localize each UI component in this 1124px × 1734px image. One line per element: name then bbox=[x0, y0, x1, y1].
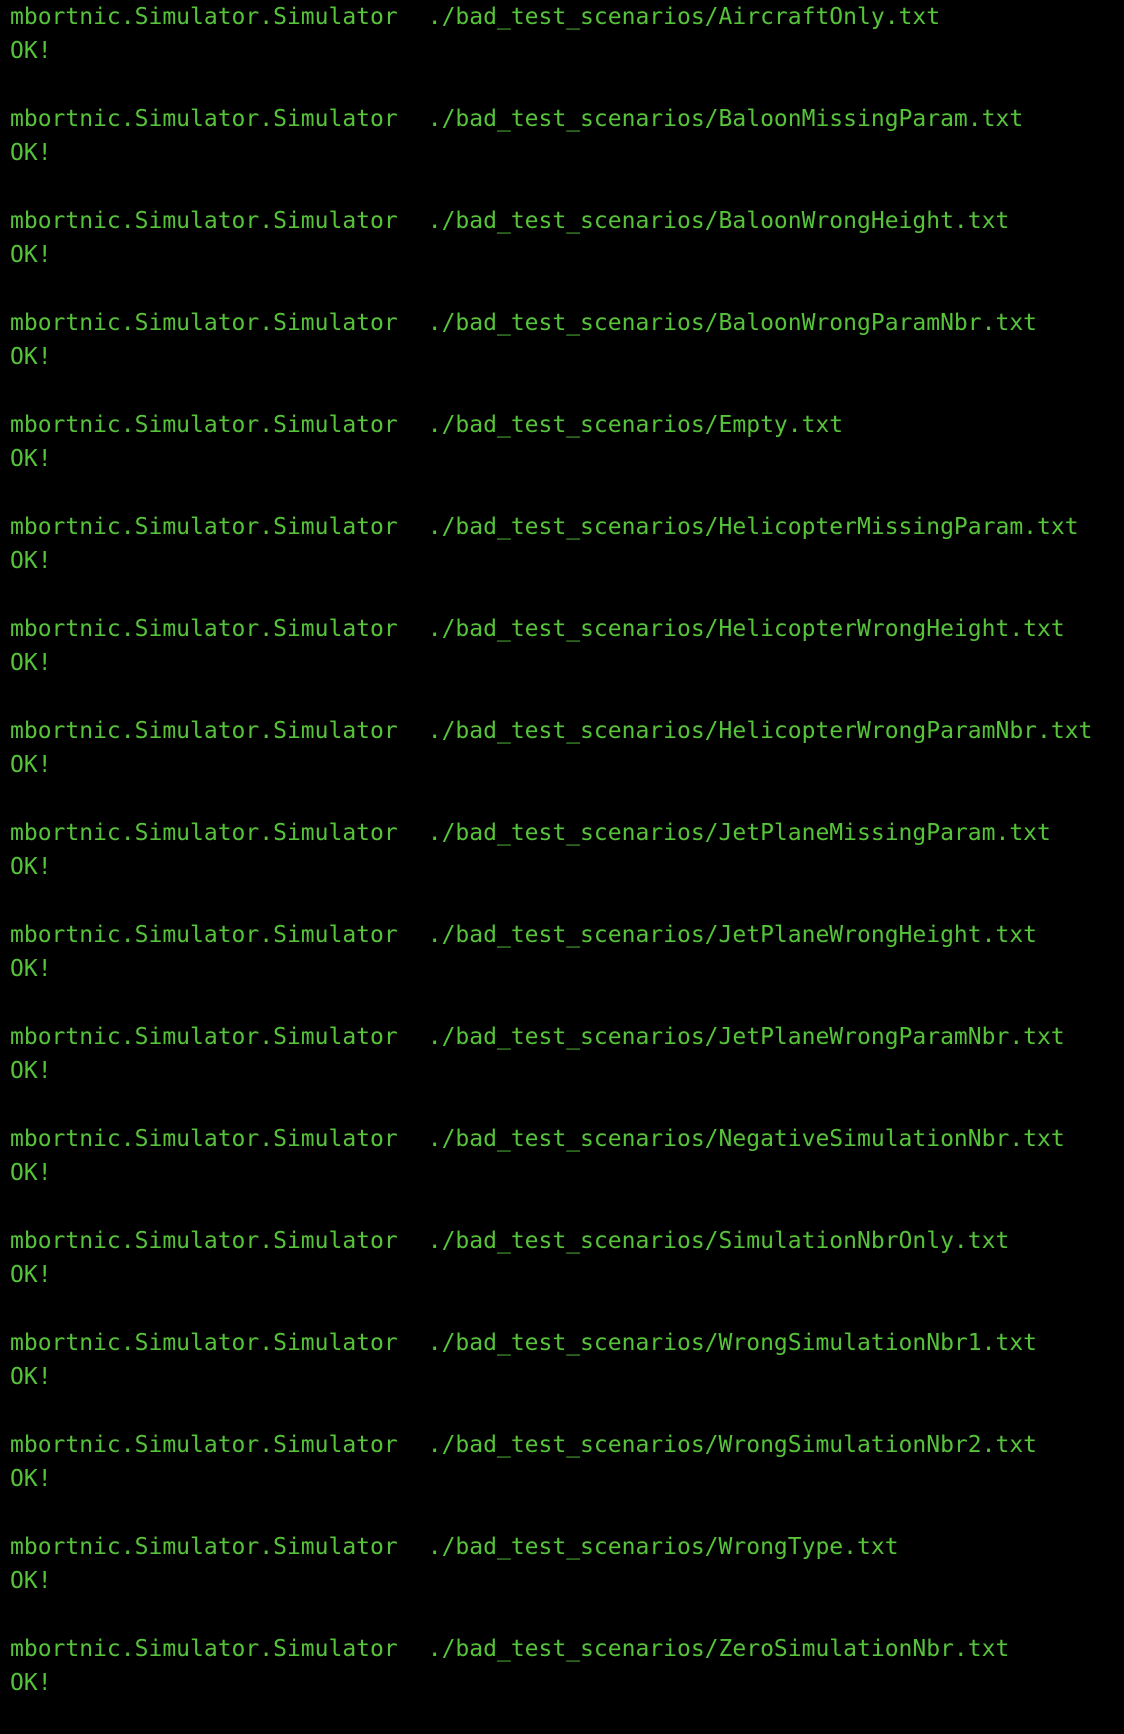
scenario-path: ./bad_test_scenarios/JetPlaneWrongHeight… bbox=[427, 922, 1038, 948]
test-entry: mbortnic.Simulator.Simulator ./bad_test_s… bbox=[10, 1122, 1120, 1224]
result-status: OK! bbox=[10, 1262, 52, 1288]
test-entry: mbortnic.Simulator.Simulator ./bad_test_s… bbox=[10, 1224, 1120, 1326]
test-entry: mbortnic.Simulator.Simulator ./bad_test_s… bbox=[10, 204, 1120, 306]
test-entry: mbortnic.Simulator.Simulator ./bad_test_s… bbox=[10, 1020, 1120, 1122]
result-status: OK! bbox=[10, 548, 52, 574]
class-name: mbortnic.Simulator.Simulator bbox=[10, 106, 398, 132]
class-name: mbortnic.Simulator.Simulator bbox=[10, 718, 398, 744]
command-line: mbortnic.Simulator.Simulator ./bad_test_s… bbox=[10, 612, 1065, 646]
command-line: mbortnic.Simulator.Simulator ./bad_test_s… bbox=[10, 1326, 1037, 1360]
class-name: mbortnic.Simulator.Simulator bbox=[10, 1534, 398, 1560]
class-name: mbortnic.Simulator.Simulator bbox=[10, 1636, 398, 1662]
command-line: mbortnic.Simulator.Simulator ./bad_test_s… bbox=[10, 1428, 1037, 1462]
scenario-path: ./bad_test_scenarios/WrongType.txt bbox=[427, 1534, 899, 1560]
class-name: mbortnic.Simulator.Simulator bbox=[10, 4, 398, 30]
command-line: mbortnic.Simulator.Simulator ./bad_test_s… bbox=[10, 1632, 1009, 1666]
scenario-path: ./bad_test_scenarios/JetPlaneWrongParamN… bbox=[427, 1024, 1065, 1050]
result-status: OK! bbox=[10, 854, 52, 880]
result-status: OK! bbox=[10, 752, 52, 778]
scenario-path: ./bad_test_scenarios/JetPlaneMissingPara… bbox=[427, 820, 1051, 846]
class-name: mbortnic.Simulator.Simulator bbox=[10, 1330, 398, 1356]
class-name: mbortnic.Simulator.Simulator bbox=[10, 922, 398, 948]
test-entry: mbortnic.Simulator.Simulator ./bad_test_s… bbox=[10, 306, 1120, 408]
test-entry: mbortnic.Simulator.Simulator ./bad_test_s… bbox=[10, 102, 1120, 204]
result-status: OK! bbox=[10, 344, 52, 370]
result-status: OK! bbox=[10, 650, 52, 676]
test-entry: mbortnic.Simulator.Simulator ./bad_test_s… bbox=[10, 816, 1120, 918]
test-entry: mbortnic.Simulator.Simulator ./bad_test_s… bbox=[10, 0, 1120, 102]
result-status: OK! bbox=[10, 242, 52, 268]
result-status: OK! bbox=[10, 956, 52, 982]
result-status: OK! bbox=[10, 1058, 52, 1084]
command-line: mbortnic.Simulator.Simulator ./bad_test_s… bbox=[10, 918, 1037, 952]
test-entry: mbortnic.Simulator.Simulator ./bad_test_s… bbox=[10, 1428, 1120, 1530]
command-line: mbortnic.Simulator.Simulator ./bad_test_s… bbox=[10, 714, 1092, 748]
class-name: mbortnic.Simulator.Simulator bbox=[10, 1228, 398, 1254]
class-name: mbortnic.Simulator.Simulator bbox=[10, 310, 398, 336]
test-entry: mbortnic.Simulator.Simulator ./bad_test_s… bbox=[10, 612, 1120, 714]
scenario-path: ./bad_test_scenarios/WrongSimulationNbr1… bbox=[427, 1330, 1038, 1356]
command-line: mbortnic.Simulator.Simulator ./bad_test_s… bbox=[10, 1530, 899, 1564]
scenario-path: ./bad_test_scenarios/NegativeSimulationN… bbox=[427, 1126, 1065, 1152]
scenario-path: ./bad_test_scenarios/SimulationNbrOnly.t… bbox=[427, 1228, 1010, 1254]
command-line: mbortnic.Simulator.Simulator ./bad_test_s… bbox=[10, 102, 1023, 136]
test-entry: mbortnic.Simulator.Simulator ./bad_test_s… bbox=[10, 918, 1120, 1020]
scenario-path: ./bad_test_scenarios/HelicopterMissingPa… bbox=[427, 514, 1079, 540]
command-line: mbortnic.Simulator.Simulator ./bad_test_s… bbox=[10, 0, 940, 34]
test-entry: mbortnic.Simulator.Simulator ./bad_test_s… bbox=[10, 1326, 1120, 1428]
class-name: mbortnic.Simulator.Simulator bbox=[10, 1126, 398, 1152]
result-status: OK! bbox=[10, 1364, 52, 1390]
result-status: OK! bbox=[10, 1568, 52, 1594]
command-line: mbortnic.Simulator.Simulator ./bad_test_s… bbox=[10, 1224, 1009, 1258]
scenario-path: ./bad_test_scenarios/BaloonMissingParam.… bbox=[427, 106, 1024, 132]
scenario-path: ./bad_test_scenarios/HelicopterWrongPara… bbox=[427, 718, 1093, 744]
test-entry: mbortnic.Simulator.Simulator ./bad_test_s… bbox=[10, 510, 1120, 612]
command-line: mbortnic.Simulator.Simulator ./bad_test_s… bbox=[10, 1122, 1065, 1156]
class-name: mbortnic.Simulator.Simulator bbox=[10, 1432, 398, 1458]
test-entry: mbortnic.Simulator.Simulator ./bad_test_s… bbox=[10, 408, 1120, 510]
result-status: OK! bbox=[10, 1670, 52, 1696]
class-name: mbortnic.Simulator.Simulator bbox=[10, 514, 398, 540]
result-status: OK! bbox=[10, 140, 52, 166]
command-line: mbortnic.Simulator.Simulator ./bad_test_s… bbox=[10, 306, 1037, 340]
command-line: mbortnic.Simulator.Simulator ./bad_test_s… bbox=[10, 816, 1051, 850]
command-line: mbortnic.Simulator.Simulator ./bad_test_s… bbox=[10, 204, 1009, 238]
command-line: mbortnic.Simulator.Simulator ./bad_test_s… bbox=[10, 510, 1079, 544]
class-name: mbortnic.Simulator.Simulator bbox=[10, 616, 398, 642]
scenario-path: ./bad_test_scenarios/ZeroSimulationNbr.t… bbox=[427, 1636, 1010, 1662]
scenario-path: ./bad_test_scenarios/Empty.txt bbox=[427, 412, 844, 438]
class-name: mbortnic.Simulator.Simulator bbox=[10, 1024, 398, 1050]
terminal-output[interactable]: mbortnic.Simulator.Simulator ./bad_test_s… bbox=[10, 0, 1120, 1702]
test-entry: mbortnic.Simulator.Simulator ./bad_test_s… bbox=[10, 1632, 1120, 1734]
result-status: OK! bbox=[10, 446, 52, 472]
result-status: OK! bbox=[10, 1160, 52, 1186]
command-line: mbortnic.Simulator.Simulator ./bad_test_s… bbox=[10, 408, 843, 442]
class-name: mbortnic.Simulator.Simulator bbox=[10, 412, 398, 438]
scenario-path: ./bad_test_scenarios/WrongSimulationNbr2… bbox=[427, 1432, 1038, 1458]
scenario-path: ./bad_test_scenarios/HelicopterWrongHeig… bbox=[427, 616, 1065, 642]
class-name: mbortnic.Simulator.Simulator bbox=[10, 820, 398, 846]
result-status: OK! bbox=[10, 1466, 52, 1492]
scenario-path: ./bad_test_scenarios/BaloonWrongParamNbr… bbox=[427, 310, 1038, 336]
result-status: OK! bbox=[10, 38, 52, 64]
command-line: mbortnic.Simulator.Simulator ./bad_test_s… bbox=[10, 1020, 1065, 1054]
scenario-path: ./bad_test_scenarios/BaloonWrongHeight.t… bbox=[427, 208, 1010, 234]
scenario-path: ./bad_test_scenarios/AircraftOnly.txt bbox=[427, 4, 941, 30]
test-entry: mbortnic.Simulator.Simulator ./bad_test_s… bbox=[10, 1530, 1120, 1632]
class-name: mbortnic.Simulator.Simulator bbox=[10, 208, 398, 234]
test-entry: mbortnic.Simulator.Simulator ./bad_test_s… bbox=[10, 714, 1120, 816]
